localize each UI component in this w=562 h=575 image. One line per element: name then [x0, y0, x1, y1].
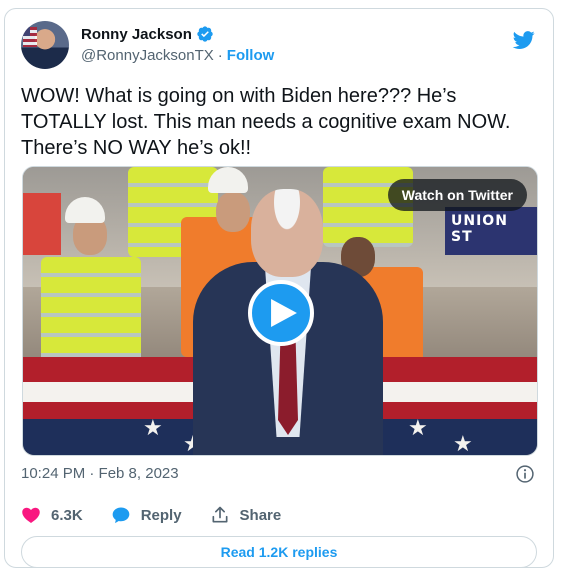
watch-on-twitter-button[interactable]: Watch on Twitter [387, 179, 527, 211]
play-icon [271, 299, 297, 327]
video-player[interactable]: UNION ST ★ ★ ★ ★ Watch on Twitter [22, 166, 538, 456]
twitter-bird-icon[interactable] [511, 29, 537, 51]
tweet-card: Ronny Jackson @RonnyJacksonTX · Follow W… [4, 8, 554, 568]
like-count: 6.3K [51, 506, 83, 524]
reply-bubble-icon [112, 507, 130, 524]
read-replies-button[interactable]: Read 1.2K replies [21, 536, 537, 568]
play-button[interactable] [248, 280, 314, 346]
like-button[interactable]: 6.3K [21, 505, 83, 525]
share-label: Share [239, 506, 282, 524]
union-sign: UNION ST [445, 207, 537, 255]
left-sign [23, 193, 61, 255]
action-bar: 6.3K Reply Share [21, 505, 309, 525]
share-button[interactable]: Share [210, 505, 282, 525]
tweet-text: WOW! What is going on with Biden here???… [21, 85, 511, 159]
follow-button[interactable]: Follow [227, 47, 275, 64]
verified-badge-icon [196, 25, 214, 43]
reply-label: Reply [140, 506, 182, 524]
avatar[interactable] [21, 21, 69, 69]
author-handle[interactable]: @RonnyJacksonTX [81, 47, 214, 64]
tweet-header: Ronny Jackson @RonnyJacksonTX · Follow [21, 21, 537, 73]
heart-icon [22, 507, 40, 523]
share-icon [212, 506, 228, 523]
author-name[interactable]: Ronny Jackson [81, 26, 192, 43]
speaker-head [251, 189, 323, 277]
info-icon[interactable] [515, 464, 535, 484]
separator: · [217, 47, 223, 64]
handle-row: @RonnyJacksonTX · Follow [81, 47, 274, 64]
worker-face [216, 192, 250, 232]
tweet-timestamp[interactable]: 10:24 PM · Feb 8, 2023 [21, 465, 179, 482]
reply-button[interactable]: Reply [111, 505, 182, 525]
worker-figure [41, 257, 141, 367]
author-name-row: Ronny Jackson [81, 25, 214, 43]
